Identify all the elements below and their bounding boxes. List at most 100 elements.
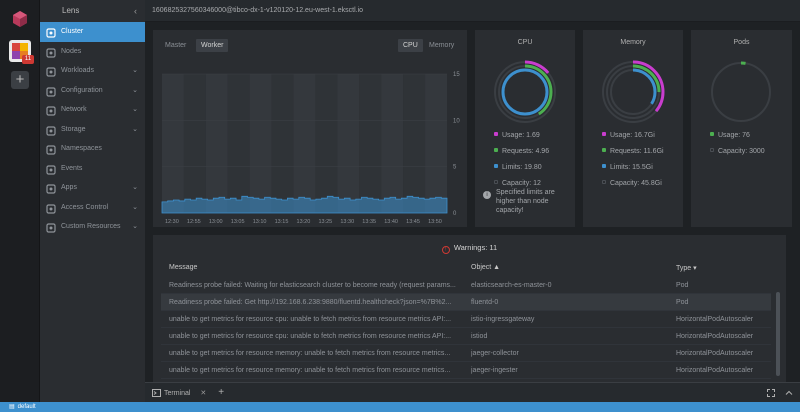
cluster-overview: Master Worker CPU Memory 0 5 10 15 12:30 12:5… bbox=[145, 22, 800, 382]
cpu-ring-title: CPU bbox=[517, 39, 533, 46]
hotbar: 11 + bbox=[0, 0, 40, 402]
y-tick-label: 10 bbox=[453, 118, 460, 124]
legend-swatch bbox=[494, 148, 498, 152]
warnings-heading: ! Warnings: 11 bbox=[153, 243, 786, 254]
workloads-icon bbox=[46, 66, 56, 77]
warning-type: HorizontalPodAutoscaler bbox=[676, 367, 754, 374]
legend-item: Capacity: 3000 bbox=[710, 147, 765, 157]
legend-swatch bbox=[494, 180, 498, 184]
sidebar-item-network[interactable]: Network ⌄ bbox=[40, 100, 145, 120]
terminal-icon bbox=[152, 389, 161, 397]
chart-band bbox=[337, 74, 360, 213]
legend-label: Capacity: 12 bbox=[502, 180, 541, 187]
legend-item: Requests: 4.96 bbox=[494, 147, 549, 157]
column-message[interactable]: Message bbox=[169, 264, 197, 271]
legend-label: Limits: 15.5Gi bbox=[610, 164, 653, 171]
y-tick-label: 5 bbox=[453, 165, 457, 171]
legend-label: Requests: 4.96 bbox=[502, 148, 550, 155]
expand-dock-icon[interactable] bbox=[785, 389, 793, 397]
legend-item: Usage: 1.69 bbox=[494, 131, 549, 141]
add-cluster-button[interactable]: + bbox=[11, 71, 29, 89]
sidebar-item-namespaces[interactable]: Namespaces bbox=[40, 139, 145, 159]
legend-label: Usage: 1.69 bbox=[502, 132, 540, 139]
lens-app: 11 + Lens ‹ Cluster Nodes Workloads ⌄ Config… bbox=[0, 0, 800, 412]
chart-band bbox=[183, 74, 206, 213]
chart-band bbox=[271, 74, 294, 213]
sidebar-item-cluster[interactable]: Cluster bbox=[40, 22, 145, 42]
table-row[interactable]: Readiness probe failed: Waiting for elas… bbox=[161, 277, 771, 294]
sidebar-item-workloads[interactable]: Workloads ⌄ bbox=[40, 61, 145, 81]
sidebar-item-nodes[interactable]: Nodes bbox=[40, 42, 145, 62]
sidebar-item-events[interactable]: Events bbox=[40, 159, 145, 179]
warning-type: HorizontalPodAutoscaler bbox=[676, 333, 754, 340]
column-type[interactable]: Type ▾ bbox=[676, 264, 697, 272]
maximize-icon[interactable] bbox=[767, 389, 775, 397]
cpu-usage-chart: 0 5 10 15 12:30 12:55 13:00 13:05 13:10 13:15 13:2… bbox=[161, 72, 460, 225]
legend-item: Usage: 16.7Gi bbox=[602, 131, 664, 141]
x-tick-label: 12:30 bbox=[165, 219, 179, 225]
cpu-ring-chart bbox=[493, 60, 557, 124]
warning-object: jaeger-collector bbox=[471, 350, 519, 357]
collapse-sidebar-icon[interactable]: ‹ bbox=[134, 0, 137, 22]
chart-band bbox=[403, 74, 426, 213]
info-icon: i bbox=[483, 191, 491, 199]
pods-legend: Usage: 76 Capacity: 3000 bbox=[710, 131, 765, 163]
warning-object: fluentd-0 bbox=[471, 299, 499, 306]
warning-type: HorizontalPodAutoscaler bbox=[676, 350, 754, 357]
chart-band bbox=[425, 74, 447, 213]
table-row[interactable]: unable to get metrics for resource cpu: … bbox=[161, 328, 771, 345]
x-tick-label: 13:40 bbox=[384, 219, 398, 225]
cpu-ring-panel: CPU Usage: 1.69 Requests: 4.96 Limits: 19.… bbox=[475, 30, 575, 227]
sidebar-item-custom-resources[interactable]: Custom Resources ⌄ bbox=[40, 217, 145, 237]
sidebar-item-label: Namespaces bbox=[61, 145, 102, 152]
sidebar: Lens ‹ Cluster Nodes Workloads ⌄ Configurati… bbox=[40, 0, 145, 402]
access-control-icon bbox=[46, 203, 56, 214]
legend-label: Usage: 76 bbox=[718, 132, 750, 139]
x-tick-label: 13:25 bbox=[318, 219, 332, 225]
new-terminal-icon[interactable]: + bbox=[218, 387, 224, 398]
cpu-legend: Usage: 1.69 Requests: 4.96 Limits: 19.80 Ca… bbox=[494, 131, 549, 195]
warning-object: istiod bbox=[471, 333, 488, 340]
warning-object: jaeger-ingester bbox=[471, 367, 518, 374]
terminal-label: Terminal bbox=[164, 390, 191, 397]
x-tick-label: 12:55 bbox=[187, 219, 201, 225]
configuration-icon bbox=[46, 86, 56, 97]
chevron-down-icon: ⌄ bbox=[132, 125, 138, 133]
table-row[interactable]: unable to get metrics for resource memor… bbox=[161, 362, 771, 379]
warning-message: Readiness probe failed: Waiting for elas… bbox=[169, 282, 456, 289]
legend-item: Limits: 19.80 bbox=[494, 163, 549, 173]
warning-object: elasticsearch-es-master-0 bbox=[471, 282, 552, 289]
sidebar-item-configuration[interactable]: Configuration ⌄ bbox=[40, 81, 145, 101]
chevron-down-icon: ⌄ bbox=[132, 184, 138, 191]
legend-label: Capacity: 45.8Gi bbox=[610, 180, 662, 187]
pods-ring-chart bbox=[710, 61, 772, 123]
legend-swatch bbox=[710, 132, 714, 136]
warnings-panel: ! Warnings: 11 Message Object ▲ Type ▾ Re… bbox=[153, 235, 786, 382]
table-row[interactable]: unable to get metrics for resource memor… bbox=[161, 345, 771, 362]
legend-label: Requests: 11.6Gi bbox=[610, 148, 664, 155]
pods-ring-panel: Pods Usage: 76 Capacity: 3000 bbox=[691, 30, 792, 227]
sidebar-item-label: Nodes bbox=[61, 47, 82, 55]
column-object[interactable]: Object ▲ bbox=[471, 264, 500, 271]
ring-limits-arc bbox=[501, 68, 549, 116]
y-tick-label: 15 bbox=[453, 72, 460, 78]
chevron-down-icon: ⌄ bbox=[132, 86, 138, 94]
legend-item: Requests: 11.6Gi bbox=[602, 147, 664, 157]
warning-icon: ! bbox=[441, 246, 450, 254]
sidebar-header: Lens ‹ bbox=[40, 0, 145, 22]
close-terminal-icon[interactable]: ✕ bbox=[200, 390, 206, 397]
table-row[interactable]: unable to get metrics for resource cpu: … bbox=[161, 311, 771, 328]
chart-band bbox=[359, 74, 382, 213]
terminal-tab[interactable]: Terminal ✕ + bbox=[151, 383, 224, 403]
sidebar-item-apps[interactable]: Apps ⌄ bbox=[40, 178, 145, 198]
warnings-scrollbar[interactable] bbox=[776, 292, 780, 376]
sidebar-item-access-control[interactable]: Access Control ⌄ bbox=[40, 198, 145, 218]
lens-logo-icon[interactable] bbox=[11, 10, 29, 28]
chart-band bbox=[381, 74, 404, 213]
warning-message: unable to get metrics for resource cpu: … bbox=[169, 333, 452, 340]
sidebar-item-storage[interactable]: Storage ⌄ bbox=[40, 120, 145, 140]
current-namespace[interactable]: default bbox=[18, 404, 36, 410]
status-bar: ▤ default bbox=[0, 402, 800, 412]
legend-swatch bbox=[602, 132, 606, 136]
table-row[interactable]: Readiness probe failed: Get http://192.1… bbox=[161, 294, 771, 311]
